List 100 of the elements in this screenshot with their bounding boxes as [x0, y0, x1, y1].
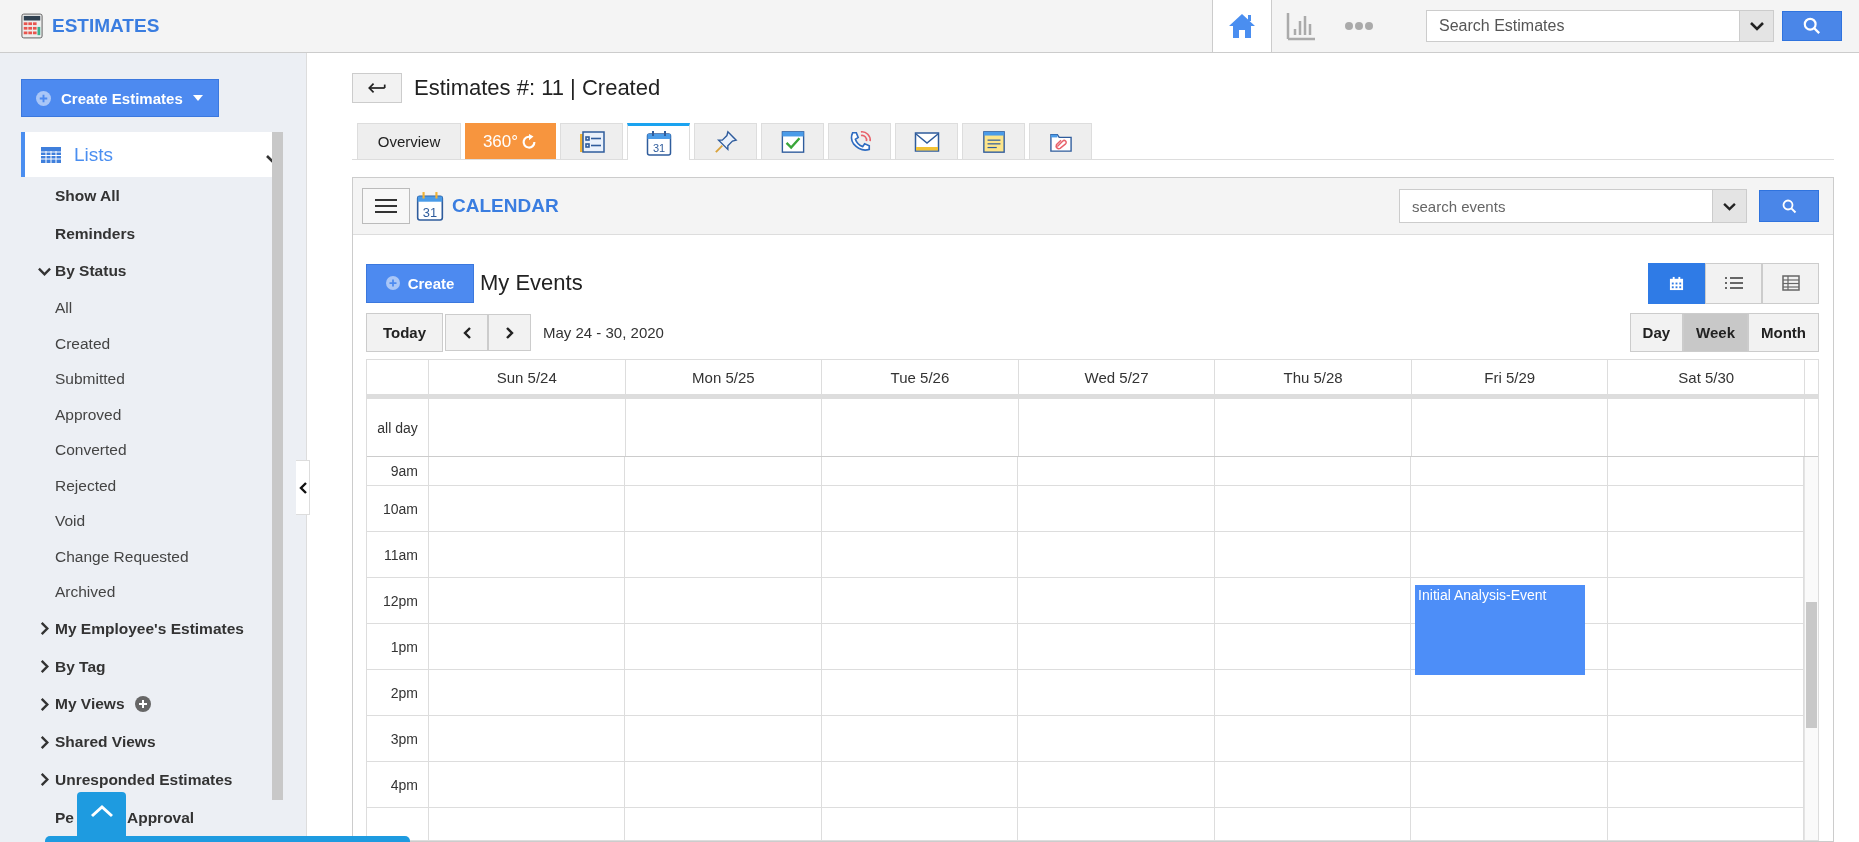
home-button[interactable]	[1212, 0, 1272, 52]
home-icon	[1227, 12, 1257, 40]
sidebar-group[interactable]: Unresponded Estimates	[55, 770, 233, 789]
day-header: Mon 5/25	[692, 368, 755, 386]
pushpin-icon	[713, 129, 738, 154]
note-icon	[981, 129, 1006, 154]
sidebar-group[interactable]: By Tag	[55, 657, 106, 676]
sidebar-item[interactable]: Reminders	[55, 224, 136, 243]
details-tab[interactable]	[560, 123, 623, 159]
scrollbar[interactable]	[1805, 602, 1817, 728]
collapse-handle[interactable]	[296, 460, 310, 515]
day-header: Thu 5/28	[1283, 368, 1343, 386]
calendar-tab[interactable]: 31	[627, 123, 690, 160]
day-header: Tue 5/26	[890, 368, 950, 386]
app-title: ESTIMATES	[52, 15, 160, 37]
time-label: 4pm	[390, 776, 418, 793]
sidebar-group[interactable]: My Employee's Estimates	[55, 619, 244, 638]
range-mode-button[interactable]: Week	[1683, 313, 1748, 352]
chevron-icon[interactable]	[38, 697, 51, 711]
search-field[interactable]: search events	[1399, 189, 1713, 223]
menu-icon	[375, 198, 397, 214]
sidebar-item[interactable]: Approval	[126, 808, 195, 827]
sidebar-group[interactable]: My Views	[55, 695, 125, 714]
chevron-icon[interactable]	[38, 773, 51, 787]
more-icon	[1344, 21, 1374, 31]
mail-tab[interactable]	[895, 123, 958, 159]
scrollbar[interactable]	[272, 132, 283, 800]
record-title: Estimates #: 11 | Created	[414, 75, 661, 101]
range-mode-button[interactable]: Month	[1748, 313, 1819, 352]
time-label: 3pm	[390, 730, 418, 747]
envelope-icon	[913, 130, 940, 153]
range-mode-button[interactable]: Day	[1629, 313, 1684, 352]
dropdown-button[interactable]	[1713, 189, 1747, 223]
sidebar-item[interactable]: Void	[55, 512, 86, 531]
time-label: 11am	[384, 546, 418, 563]
calendar-icon: 31	[645, 130, 672, 156]
chevron-icon[interactable]	[38, 735, 51, 749]
task-tab[interactable]	[761, 123, 824, 159]
sidebar-item[interactable]: Show All	[55, 186, 120, 205]
calendar-title: CALENDAR	[452, 195, 559, 217]
overview-tab[interactable]: Overview	[357, 123, 461, 159]
calendar-view-button[interactable]	[1648, 262, 1705, 304]
table-icon	[41, 146, 61, 163]
sidebar-item[interactable]: All	[55, 299, 73, 318]
sidebar-item[interactable]: Change Requested	[55, 547, 189, 566]
calendar-icon	[1669, 275, 1684, 291]
attachment-tab[interactable]	[1029, 123, 1092, 159]
scroll-top-button[interactable]	[77, 792, 126, 836]
day-header: Sun 5/24	[496, 368, 557, 386]
time-label: 10am	[382, 500, 418, 517]
back-arrow-icon	[368, 82, 386, 94]
search-icon	[1803, 17, 1821, 35]
sidebar-group[interactable]: By Status	[55, 262, 127, 281]
menu-button[interactable]	[362, 188, 410, 224]
day-header: Fri 5/29	[1484, 368, 1536, 386]
chevron-right-icon	[505, 326, 514, 339]
chevron-left-icon	[462, 326, 471, 339]
today-button[interactable]: Today	[366, 313, 443, 352]
time-label: 9am	[390, 463, 418, 479]
bar-chart-icon	[1286, 11, 1316, 41]
search-button[interactable]	[1759, 190, 1819, 222]
chevron-down-icon	[1749, 21, 1764, 31]
calendar-heading: My Events	[480, 270, 583, 296]
sidebar-item[interactable]: Converted	[55, 441, 127, 460]
sidebar-item[interactable]: Submitted	[55, 370, 125, 389]
sidebar-item[interactable]: Rejected	[55, 476, 117, 495]
chevron-left-icon	[298, 481, 307, 494]
back-button[interactable]	[352, 73, 402, 103]
plus-icon	[36, 90, 51, 106]
time-label: 1pm	[390, 638, 418, 655]
sidebar-group[interactable]: Shared Views	[55, 733, 156, 752]
time-label: 12pm	[382, 592, 418, 609]
note-tab[interactable]	[962, 123, 1025, 159]
checkmark-calendar-icon	[780, 129, 805, 154]
list-icon	[1724, 276, 1743, 290]
sidebar-item[interactable]: Approved	[55, 405, 122, 424]
list-view-button[interactable]	[1705, 262, 1762, 304]
calculator-icon	[21, 13, 43, 39]
day-header: Wed 5/27	[1084, 368, 1149, 386]
chevron-down-icon	[1723, 201, 1736, 211]
sidebar-item[interactable]: Created	[55, 334, 111, 353]
chevron-up-icon	[89, 804, 114, 818]
all-day-label: all day	[377, 419, 418, 436]
pin-tab[interactable]	[694, 123, 757, 159]
time-label: 2pm	[390, 684, 418, 701]
chevron-icon[interactable]	[38, 622, 51, 636]
sidebar-item[interactable]: Pe	[55, 808, 74, 827]
add-icon[interactable]	[134, 696, 151, 713]
dropdown-button[interactable]	[1740, 10, 1774, 42]
table-view-button[interactable]	[1762, 262, 1819, 304]
call-tab[interactable]	[828, 123, 891, 159]
search-field[interactable]: Search Estimates	[1426, 10, 1740, 42]
search-button[interactable]	[1782, 11, 1842, 41]
sidebar-item[interactable]: Archived	[55, 583, 116, 602]
chevron-icon[interactable]	[38, 265, 51, 278]
chevron-icon[interactable]	[38, 660, 51, 674]
caret-icon	[192, 95, 203, 101]
date-range: May 24 - 30, 2020	[543, 324, 664, 341]
table-icon	[1781, 275, 1800, 291]
day-header: Sat 5/30	[1678, 368, 1735, 386]
